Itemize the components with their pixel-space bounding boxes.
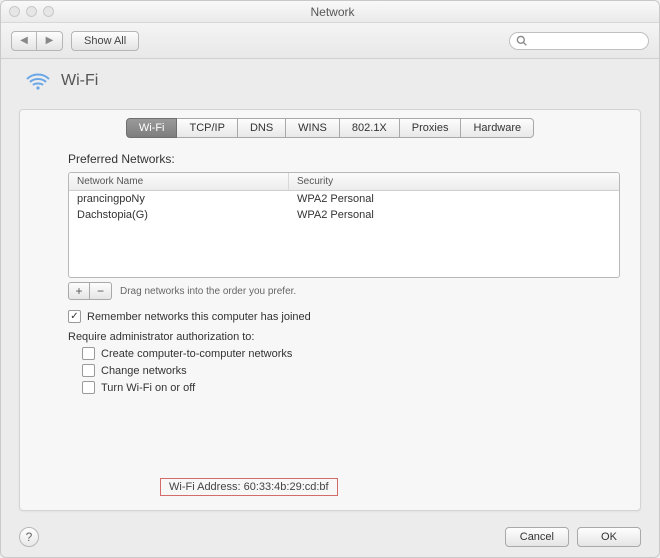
opt-change-networks[interactable]: Change networks <box>82 364 620 377</box>
triangle-left-icon: ◀ <box>20 35 28 46</box>
plus-icon: + <box>75 284 82 298</box>
content-area: Wi-Fi Wi-Fi TCP/IP DNS WINS 802.1X Proxi… <box>1 59 659 557</box>
checkbox-icon <box>82 347 95 360</box>
opt-toggle-wifi[interactable]: Turn Wi-Fi on or off <box>82 381 620 394</box>
search-icon <box>516 35 527 49</box>
preferences-window: Network ◀ ▶ Show All <box>0 0 660 558</box>
cancel-label: Cancel <box>520 531 554 543</box>
add-network-button[interactable]: + <box>68 282 90 300</box>
back-button[interactable]: ◀ <box>11 31 37 51</box>
preferred-networks-label: Preferred Networks: <box>68 152 620 166</box>
opt-label: Change networks <box>101 365 187 377</box>
table-rows[interactable]: prancingpoNy WPA2 Personal Dachstopia(G)… <box>69 191 619 277</box>
help-button[interactable]: ? <box>19 527 39 547</box>
cell-security: WPA2 Personal <box>289 191 619 207</box>
triangle-right-icon: ▶ <box>46 35 54 46</box>
drag-hint: Drag networks into the order you prefer. <box>120 286 296 297</box>
pane-title: Wi-Fi <box>61 72 98 90</box>
window-title: Network <box>14 5 651 19</box>
column-network-name[interactable]: Network Name <box>69 173 289 190</box>
toolbar: ◀ ▶ Show All <box>1 23 659 59</box>
advanced-sheet: Wi-Fi TCP/IP DNS WINS 802.1X Proxies Har… <box>19 109 641 511</box>
remember-networks-check[interactable]: ✓ Remember networks this computer has jo… <box>68 310 620 323</box>
tab-wins[interactable]: WINS <box>286 118 340 138</box>
tab-bar: Wi-Fi TCP/IP DNS WINS 802.1X Proxies Har… <box>20 118 640 138</box>
wifi-address-value: 60:33:4b:29:cd:bf <box>244 481 329 493</box>
table-header: Network Name Security <box>69 173 619 191</box>
cancel-button[interactable]: Cancel <box>505 527 569 547</box>
table-row[interactable]: prancingpoNy WPA2 Personal <box>69 191 619 207</box>
tab-dns[interactable]: DNS <box>238 118 286 138</box>
add-remove-segment: + − <box>68 282 112 300</box>
sheet-body: Preferred Networks: Network Name Securit… <box>20 138 640 404</box>
wifi-icon <box>25 71 51 91</box>
footer-actions: ? Cancel OK <box>19 527 641 547</box>
require-auth-options: Create computer-to-computer networks Cha… <box>68 347 620 394</box>
opt-label: Turn Wi-Fi on or off <box>101 382 195 394</box>
checkbox-icon <box>82 364 95 377</box>
ok-button[interactable]: OK <box>577 527 641 547</box>
minus-icon: − <box>97 284 104 298</box>
show-all-button[interactable]: Show All <box>71 31 139 51</box>
opt-create-adhoc[interactable]: Create computer-to-computer networks <box>82 347 620 360</box>
nav-segment: ◀ ▶ <box>11 31 63 51</box>
question-icon: ? <box>26 530 33 544</box>
remove-network-button[interactable]: − <box>90 282 112 300</box>
tab-proxies[interactable]: Proxies <box>400 118 462 138</box>
checkbox-icon <box>82 381 95 394</box>
ok-label: OK <box>601 531 617 543</box>
table-actions: + − Drag networks into the order you pre… <box>68 282 620 300</box>
wifi-address-label: Wi-Fi Address: <box>169 481 241 493</box>
search-field[interactable] <box>509 32 649 50</box>
pane-header: Wi-Fi <box>19 71 641 91</box>
tab-tcpip[interactable]: TCP/IP <box>177 118 237 138</box>
cell-network-name: prancingpoNy <box>69 191 289 207</box>
titlebar: Network <box>1 1 659 23</box>
checkbox-icon: ✓ <box>68 310 81 323</box>
forward-button[interactable]: ▶ <box>37 31 63 51</box>
remember-label: Remember networks this computer has join… <box>87 311 311 323</box>
preferred-networks-table: Network Name Security prancingpoNy WPA2 … <box>68 172 620 278</box>
tab-hardware[interactable]: Hardware <box>461 118 534 138</box>
tab-8021x[interactable]: 802.1X <box>340 118 400 138</box>
tab-wifi[interactable]: Wi-Fi <box>126 118 178 138</box>
column-security[interactable]: Security <box>289 173 619 190</box>
table-row[interactable]: Dachstopia(G) WPA2 Personal <box>69 207 619 223</box>
require-auth-label: Require administrator authorization to: <box>68 331 620 343</box>
opt-label: Create computer-to-computer networks <box>101 348 292 360</box>
show-all-label: Show All <box>84 35 126 47</box>
search-input[interactable] <box>509 32 649 50</box>
wifi-address-highlight: Wi-Fi Address: 60:33:4b:29:cd:bf <box>160 478 338 496</box>
cell-security: WPA2 Personal <box>289 207 619 223</box>
cell-network-name: Dachstopia(G) <box>69 207 289 223</box>
